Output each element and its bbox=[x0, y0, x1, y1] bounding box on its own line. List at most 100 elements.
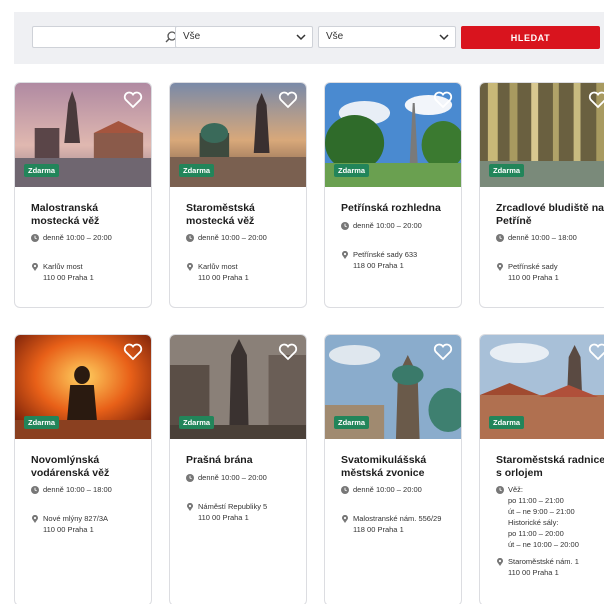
favorite-heart-icon[interactable] bbox=[588, 91, 604, 109]
location-pin-icon bbox=[187, 502, 193, 511]
opening-hours: denně 10:00 – 20:00 bbox=[186, 472, 296, 483]
favorite-heart-icon[interactable] bbox=[433, 91, 453, 109]
card-staromestska-mostecka-vez[interactable]: Zdarma Staroměstská mostecká věž denně 10… bbox=[169, 82, 307, 308]
hours-text: denně 10:00 – 20:00 bbox=[353, 220, 422, 230]
card-novomlynska-vodarenska-vez[interactable]: Zdarma Novomlýnská vodárenská věž denně 1… bbox=[14, 334, 152, 604]
favorite-heart-icon[interactable] bbox=[278, 91, 298, 109]
address: Karlův most 110 00 Praha 1 bbox=[31, 261, 141, 283]
free-badge: Zdarma bbox=[179, 164, 215, 177]
free-badge: Zdarma bbox=[489, 416, 525, 429]
card-svatomikulasska-zvonice[interactable]: Zdarma Svatomikulášská městská zvonice de… bbox=[324, 334, 462, 604]
location-pin-icon bbox=[32, 515, 38, 523]
free-badge: Zdarma bbox=[334, 416, 370, 429]
category-select[interactable]: Vše bbox=[175, 26, 313, 48]
card-zrcadlove-bludiste[interactable]: Zdarma Zrcadlové bludiště na Petříně denn… bbox=[479, 82, 604, 308]
opening-hours: denně 10:00 – 20:00 bbox=[341, 484, 451, 495]
search-button[interactable]: HLEDAT bbox=[461, 26, 600, 49]
favorite-heart-icon[interactable] bbox=[278, 343, 298, 361]
address-line-1: Petřínské sady bbox=[508, 262, 558, 271]
location-select[interactable]: Vše bbox=[318, 26, 456, 48]
card-title-line-2: vodárenská věž bbox=[31, 466, 110, 479]
card-title-line-2: mostecká věž bbox=[31, 214, 100, 227]
card-title[interactable]: Svatomikulášská městská zvonice bbox=[341, 454, 451, 479]
clock-icon bbox=[341, 486, 349, 494]
location-pin-icon bbox=[32, 263, 38, 271]
address: Petřínské sady 110 00 Praha 1 bbox=[496, 261, 604, 283]
card-title[interactable]: Staroměstská radnice s orlojem bbox=[496, 454, 604, 479]
hours-extra-line: po 11:00 – 20:00 bbox=[508, 529, 564, 538]
card-image: Zdarma bbox=[15, 335, 151, 439]
hours-text: denně 10:00 – 20:00 bbox=[353, 485, 422, 494]
card-prasna-brana[interactable]: Zdarma Prašná brána denně 10:00 – 20:00 … bbox=[169, 334, 307, 604]
address-line-2: 110 00 Praha 1 bbox=[43, 273, 94, 282]
card-title-line-2: s orlojem bbox=[496, 466, 543, 479]
card-title[interactable]: Staroměstská mostecká věž bbox=[186, 202, 296, 227]
clock-icon bbox=[341, 221, 349, 230]
search-input[interactable] bbox=[33, 27, 161, 47]
address-line-1: Karlův most bbox=[198, 262, 238, 271]
card-title-line-2: městská zvonice bbox=[341, 466, 425, 479]
favorite-heart-icon[interactable] bbox=[123, 91, 143, 109]
address-line-2: 110 00 Praha 1 bbox=[198, 273, 249, 282]
location-select-value: Vše bbox=[326, 31, 344, 42]
card-image: Zdarma bbox=[325, 335, 461, 439]
address: Staroměstské nám. 1 110 00 Praha 1 bbox=[496, 556, 604, 578]
card-title[interactable]: Novomlýnská vodárenská věž bbox=[31, 454, 141, 479]
clock-icon bbox=[186, 234, 194, 242]
card-image: Zdarma bbox=[15, 83, 151, 187]
chevron-down-icon bbox=[439, 34, 449, 41]
favorite-heart-icon[interactable] bbox=[588, 343, 604, 361]
card-title-line-1: Staroměstská radnice bbox=[496, 454, 604, 466]
search-bar: Vše Vše HLEDAT bbox=[14, 12, 604, 64]
card-malostranska-mostecka-vez[interactable]: Zdarma Malostranská mostecká věž denně 10… bbox=[14, 82, 152, 308]
card-title-line-1: Malostranská bbox=[31, 202, 99, 214]
card-petrinska-rozhledna[interactable]: Zdarma Petřínská rozhledna denně 10:00 –… bbox=[324, 82, 462, 308]
location-pin-icon bbox=[342, 250, 348, 259]
address-line-2: 110 00 Praha 1 bbox=[198, 512, 249, 522]
card-image: Zdarma bbox=[480, 335, 604, 439]
hours-text: denně 10:00 – 20:00 bbox=[198, 233, 267, 242]
address-line-2: 110 00 Praha 1 bbox=[508, 568, 559, 577]
card-title-line-1: Zrcadlové bludiště na bbox=[496, 202, 604, 214]
card-title-line-2: Petříně bbox=[496, 214, 532, 227]
location-pin-icon bbox=[497, 558, 503, 566]
hours-text: denně 10:00 – 20:00 bbox=[198, 472, 267, 482]
free-badge: Zdarma bbox=[489, 164, 525, 177]
clock-icon bbox=[496, 486, 504, 494]
clock-icon bbox=[31, 486, 39, 494]
hours-text: Věž: bbox=[508, 485, 524, 494]
card-title[interactable]: Zrcadlové bludiště na Petříně bbox=[496, 202, 604, 227]
category-select-value: Vše bbox=[183, 31, 201, 42]
favorite-heart-icon[interactable] bbox=[433, 343, 453, 361]
address: Malostranské nám. 556/29 118 00 Praha 1 bbox=[341, 513, 451, 535]
card-image: Zdarma bbox=[325, 83, 461, 187]
search-field[interactable] bbox=[32, 26, 184, 48]
address-line-1: Náměstí Republiky 5 bbox=[198, 501, 268, 511]
card-title-line-1: Novomlýnská bbox=[31, 454, 100, 466]
card-title-line-2: mostecká věž bbox=[186, 214, 255, 227]
clock-icon bbox=[186, 473, 194, 482]
clock-icon bbox=[31, 234, 39, 242]
clock-icon bbox=[496, 234, 504, 242]
chevron-down-icon bbox=[296, 34, 306, 41]
opening-hours: denně 10:00 – 20:00 bbox=[341, 220, 451, 231]
hours-text: denně 10:00 – 20:00 bbox=[43, 233, 112, 242]
opening-hours: denně 10:00 – 20:00 bbox=[31, 232, 141, 243]
card-title[interactable]: Petřínská rozhledna bbox=[341, 202, 451, 215]
favorite-heart-icon[interactable] bbox=[123, 343, 143, 361]
free-badge: Zdarma bbox=[179, 416, 215, 429]
address-line-2: 118 00 Praha 1 bbox=[353, 525, 404, 534]
address: Petřínské sady 633 118 00 Praha 1 bbox=[341, 249, 451, 271]
free-badge: Zdarma bbox=[24, 416, 60, 429]
card-title[interactable]: Malostranská mostecká věž bbox=[31, 202, 141, 227]
opening-hours: denně 10:00 – 20:00 bbox=[186, 232, 296, 243]
card-title-line-1: Petřínská rozhledna bbox=[341, 202, 441, 214]
card-title[interactable]: Prašná brána bbox=[186, 454, 296, 467]
address-line-1: Petřínské sady 633 bbox=[353, 249, 418, 259]
card-title-line-1: Prašná brána bbox=[186, 454, 253, 466]
location-pin-icon bbox=[342, 515, 348, 523]
address: Karlův most 110 00 Praha 1 bbox=[186, 261, 296, 283]
card-staromestska-radnice[interactable]: Zdarma Staroměstská radnice s orlojem Věž… bbox=[479, 334, 604, 604]
hours-text: denně 10:00 – 18:00 bbox=[43, 485, 112, 494]
hours-extra-line: út – ne 10:00 – 20:00 bbox=[508, 540, 579, 549]
